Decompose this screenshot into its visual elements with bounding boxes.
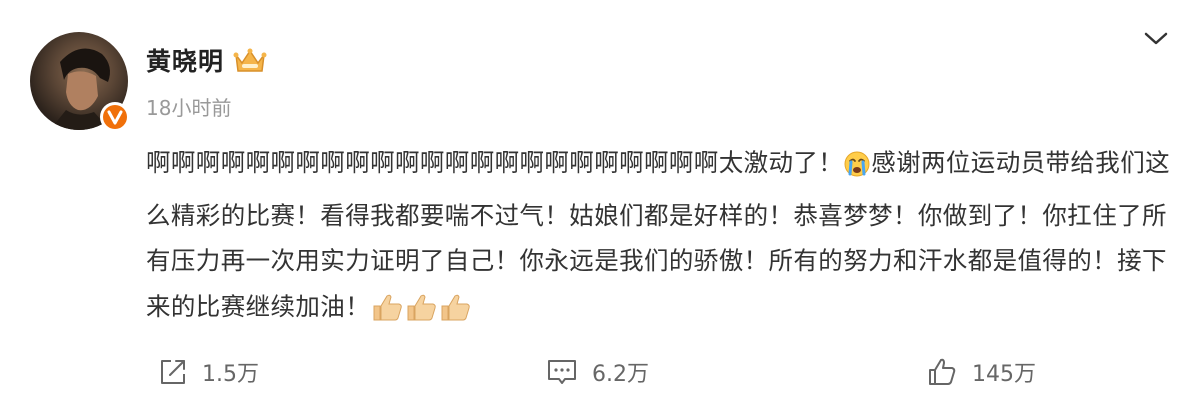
avatar-container[interactable] — [30, 32, 130, 132]
thumbs-up-icon — [404, 291, 438, 337]
comment-button[interactable]: 6.2万 — [546, 350, 649, 394]
like-count: 145万 — [972, 362, 1036, 387]
thumbs-up-icon — [438, 291, 472, 337]
verified-v-icon — [107, 110, 123, 125]
repost-count: 1.5万 — [202, 362, 259, 387]
repost-button[interactable]: 1.5万 — [158, 350, 259, 394]
comment-icon — [548, 360, 576, 384]
crying-face-icon — [843, 147, 871, 193]
username[interactable]: 黄晓明 — [146, 42, 224, 78]
repost-icon — [161, 360, 185, 384]
post-timestamp[interactable]: 18小时前 — [146, 92, 231, 121]
crown-icon[interactable] — [232, 45, 268, 75]
post-text-part1: 啊啊啊啊啊啊啊啊啊啊啊啊啊啊啊啊啊啊啊啊啊啊啊太激动了！ — [146, 148, 844, 177]
comment-count: 6.2万 — [592, 362, 649, 387]
like-button[interactable]: 145万 — [926, 350, 1036, 394]
verified-badge — [100, 102, 130, 132]
username-row: 黄晓明 — [146, 42, 268, 78]
action-bar: 1.5万 6.2万 145万 — [0, 350, 1200, 394]
chevron-down-icon[interactable] — [1142, 26, 1170, 50]
thumbs-up-outline-icon — [929, 358, 956, 385]
thumbs-up-icon — [370, 291, 404, 337]
post-content: 啊啊啊啊啊啊啊啊啊啊啊啊啊啊啊啊啊啊啊啊啊啊啊太激动了！ 感谢两位运动员带给我们… — [146, 140, 1176, 336]
